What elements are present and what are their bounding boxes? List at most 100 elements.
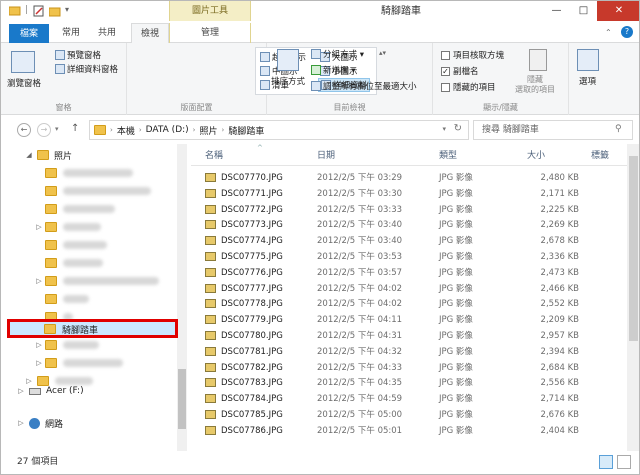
file-name: DSC07781.JPG (221, 346, 283, 357)
breadcrumb-cycling[interactable]: 騎腳踏車 (228, 124, 264, 137)
hide-selected-button[interactable]: 隱藏 選取的項目 (515, 75, 555, 95)
nav-item-subfolder[interactable] (45, 236, 191, 254)
table-row[interactable]: DSC07773.JPG 2012/2/5 下午 03:40 JPG 影像 2,269… (191, 217, 631, 233)
redacted-name (63, 259, 103, 267)
sort-by-icon (277, 49, 299, 71)
file-date: 2012/2/5 下午 04:02 (317, 283, 403, 294)
tab-view[interactable]: 檢視 (131, 23, 169, 44)
forward-button[interactable]: → (37, 123, 51, 137)
nav-pane-button[interactable]: 瀏覽窗格 (7, 77, 41, 89)
nav-scrollbar[interactable] (177, 144, 187, 451)
search-input[interactable]: 搜尋 騎腳踏車 (473, 120, 633, 140)
tab-share[interactable]: 共用 (89, 23, 125, 43)
table-row[interactable]: DSC07775.JPG 2012/2/5 下午 03:53 JPG 影像 2,336… (191, 249, 631, 265)
table-row[interactable]: DSC07785.JPG 2012/2/5 下午 05:00 JPG 影像 2,676… (191, 407, 631, 423)
file-list-scrollbar[interactable] (627, 144, 639, 451)
large-icons-view-toggle-icon[interactable] (617, 455, 631, 469)
nav-item-subfolder[interactable] (45, 164, 191, 182)
nav-item-drive-acer[interactable]: ▷ Acer (F:) (17, 382, 191, 400)
table-row[interactable]: DSC07774.JPG 2012/2/5 下午 03:40 JPG 影像 2,678… (191, 233, 631, 249)
group-by-button[interactable]: 分組方式 ▾ (311, 48, 364, 60)
chevron-down-icon[interactable]: ◢ (25, 151, 33, 159)
nav-item-subfolder[interactable]: ▷ (35, 354, 191, 372)
table-row[interactable]: DSC07777.JPG 2012/2/5 下午 04:02 JPG 影像 2,466… (191, 281, 631, 297)
chevron-right-icon[interactable]: ▷ (17, 419, 25, 427)
chevron-right-icon[interactable]: ▷ (35, 277, 43, 285)
table-row[interactable]: DSC07779.JPG 2012/2/5 下午 04:11 JPG 影像 2,209… (191, 312, 631, 328)
file-list-scroll-thumb[interactable] (629, 156, 638, 341)
column-header-date[interactable]: 日期 (317, 149, 335, 163)
nav-item-subfolder[interactable]: ▷ (35, 218, 191, 236)
nav-item-subfolder[interactable] (45, 290, 191, 308)
table-row[interactable]: DSC07778.JPG 2012/2/5 下午 04:02 JPG 影像 2,552… (191, 296, 631, 312)
hidden-items-toggle[interactable]: 隱藏的項目 (441, 81, 496, 93)
nav-item-subfolder[interactable]: ▷ (35, 336, 191, 354)
table-row[interactable]: DSC07772.JPG 2012/2/5 下午 03:33 JPG 影像 2,225… (191, 202, 631, 218)
nav-scroll-thumb[interactable] (178, 369, 186, 429)
properties-icon[interactable] (33, 5, 45, 17)
minimize-button[interactable]: — (543, 1, 570, 21)
nav-item-subfolder[interactable]: ▷ (35, 272, 191, 290)
item-checkboxes-checkbox[interactable] (441, 50, 450, 60)
file-size: 2,957 KB (540, 331, 579, 341)
table-row[interactable]: DSC07786.JPG 2012/2/5 下午 05:01 JPG 影像 2,404… (191, 423, 631, 439)
tab-manage[interactable]: 管理 (169, 23, 251, 43)
new-folder-icon[interactable] (48, 5, 61, 17)
nav-item-subfolder[interactable] (45, 200, 191, 218)
nav-item-cycling-selected[interactable]: 騎腳踏車 (7, 319, 178, 338)
chevron-right-icon[interactable]: ▷ (35, 223, 43, 231)
table-row[interactable]: DSC07780.JPG 2012/2/5 下午 04:31 JPG 影像 2,957… (191, 328, 631, 344)
maximize-button[interactable]: □ (570, 1, 597, 21)
table-row[interactable]: DSC07784.JPG 2012/2/5 下午 04:59 JPG 影像 2,714… (191, 391, 631, 407)
column-header-type[interactable]: 類型 (439, 149, 457, 163)
table-row[interactable]: DSC07783.JPG 2012/2/5 下午 04:35 JPG 影像 2,556… (191, 375, 631, 391)
table-row[interactable]: DSC07781.JPG 2012/2/5 下午 04:32 JPG 影像 2,394… (191, 344, 631, 360)
size-columns-button[interactable]: 調整所有欄位至最適大小 (311, 80, 417, 92)
nav-item-network[interactable]: ▷ 網路 (17, 414, 191, 432)
ribbon-collapse-icon[interactable]: ⌃ (605, 28, 612, 37)
address-dropdown-icon[interactable]: ▾ (442, 125, 446, 133)
file-size: 2,684 KB (540, 362, 579, 373)
breadcrumb-photos[interactable]: 照片 (199, 124, 217, 137)
nav-item-photos[interactable]: ◢ 照片 (25, 146, 191, 164)
options-button[interactable]: 選項 (579, 75, 596, 87)
breadcrumb-data-drive[interactable]: DATA (D:) (146, 125, 189, 135)
help-icon[interactable]: ? (621, 26, 633, 38)
preview-pane-button[interactable]: 預覽窗格 (55, 49, 101, 61)
chevron-right-icon[interactable]: ▷ (35, 341, 43, 349)
refresh-icon[interactable]: ↻ (454, 123, 462, 134)
item-checkboxes-toggle[interactable]: 項目核取方塊 (441, 49, 504, 61)
nav-item-subfolder[interactable] (45, 254, 191, 272)
recent-locations-icon[interactable]: ▾ (55, 125, 59, 133)
column-header-tags[interactable]: 標籤 (591, 149, 609, 163)
back-button[interactable]: ← (17, 123, 31, 137)
details-view-toggle-icon[interactable] (599, 455, 613, 469)
up-button[interactable]: ↑ (71, 123, 79, 134)
nav-item-subfolder[interactable] (45, 182, 191, 200)
add-columns-button[interactable]: 新增欄 ▾ (311, 64, 355, 76)
file-extension-toggle[interactable]: ✓ 副檔名 (441, 65, 479, 77)
table-row[interactable]: DSC07770.JPG 2012/2/5 下午 03:29 JPG 影像 2,480… (191, 170, 631, 186)
address-field[interactable]: › 本機 › DATA (D:) › 照片 › 騎腳踏車 ▾ ↻ (89, 120, 469, 140)
details-pane-button[interactable]: 詳細資料窗格 (55, 63, 118, 75)
folder-icon (37, 150, 49, 160)
tab-file[interactable]: 檔案 (9, 24, 49, 43)
breadcrumb-this-pc[interactable]: 本機 (117, 124, 135, 137)
file-size: 2,225 KB (540, 204, 579, 215)
table-row[interactable]: DSC07771.JPG 2012/2/5 下午 03:30 JPG 影像 2,171… (191, 186, 631, 202)
sort-by-button[interactable]: 排序方式 (271, 75, 305, 87)
column-header-name[interactable]: 名稱 (205, 149, 223, 163)
file-name: DSC07778.JPG (221, 299, 283, 310)
qat-customize-icon[interactable]: ▾ (65, 5, 77, 17)
hidden-items-checkbox[interactable] (441, 82, 450, 92)
tab-home[interactable]: 常用 (55, 23, 87, 43)
file-extension-checkbox[interactable]: ✓ (441, 66, 450, 76)
chevron-right-icon[interactable]: ▷ (35, 359, 43, 367)
table-row[interactable]: DSC07782.JPG 2012/2/5 下午 04:33 JPG 影像 2,684… (191, 360, 631, 376)
close-button[interactable]: ✕ (597, 1, 639, 21)
chevron-right-icon[interactable]: ▷ (17, 387, 25, 395)
column-header-size[interactable]: 大小 (527, 149, 545, 163)
table-row[interactable]: DSC07776.JPG 2012/2/5 下午 03:57 JPG 影像 2,473… (191, 265, 631, 281)
file-type: JPG 影像 (439, 204, 473, 215)
file-size: 2,676 KB (540, 410, 579, 420)
